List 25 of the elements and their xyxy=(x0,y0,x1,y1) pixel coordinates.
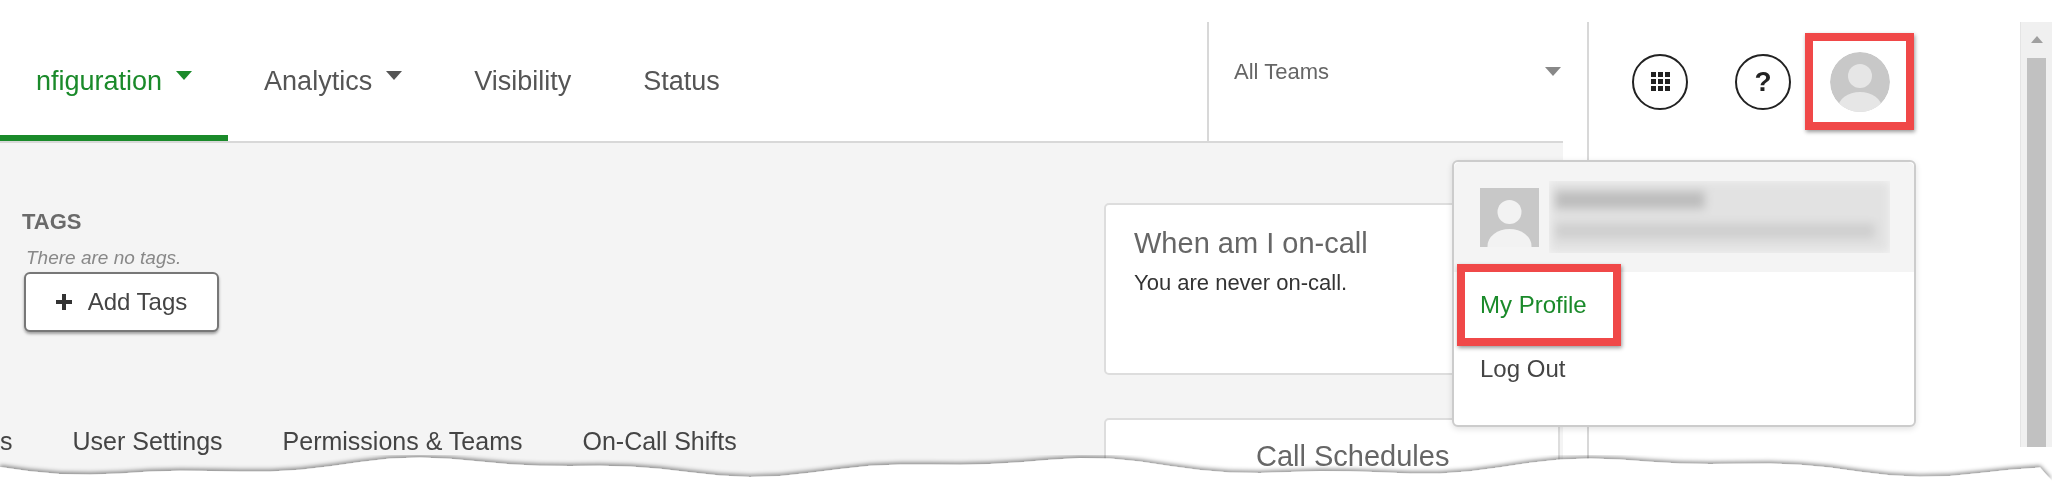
nav-tab[interactable]: Visibility xyxy=(438,0,608,141)
sub-tab[interactable]: On-Call Shifts xyxy=(582,426,737,456)
caret-icon xyxy=(1545,66,1561,77)
apps-button[interactable] xyxy=(1632,53,1688,110)
sub-tab[interactable]: Permissions & Teams xyxy=(282,426,523,456)
sub-tab[interactable]: User Settings xyxy=(72,426,223,456)
add-tags-button[interactable]: Add Tags xyxy=(24,272,219,332)
menu-item[interactable]: My Profile xyxy=(1480,291,1587,319)
card-title: Call Schedules xyxy=(1256,440,1451,473)
team-select[interactable]: All Teams xyxy=(1209,22,1563,141)
nav-tab[interactable]: Status xyxy=(607,0,756,141)
scrollbar-thumb[interactable] xyxy=(2027,58,2046,447)
card-text: You are never on-call. xyxy=(1134,270,1349,296)
card-title: When am I on-call xyxy=(1134,227,1369,260)
grid-icon xyxy=(1650,72,1670,91)
sub-tab[interactable]: s xyxy=(0,426,13,456)
avatar-icon[interactable] xyxy=(1829,51,1890,112)
empty-message: There are no tags. xyxy=(26,247,182,269)
nav-tab[interactable]: Analytics xyxy=(228,0,439,141)
plus-icon xyxy=(55,294,72,310)
menu-item[interactable]: Log Out xyxy=(1480,355,1566,383)
scroll-up-icon[interactable] xyxy=(2030,36,2043,43)
avatar-icon xyxy=(1480,187,1539,247)
section-heading: TAGS xyxy=(22,209,82,235)
help-button[interactable]: ? xyxy=(1735,53,1791,110)
